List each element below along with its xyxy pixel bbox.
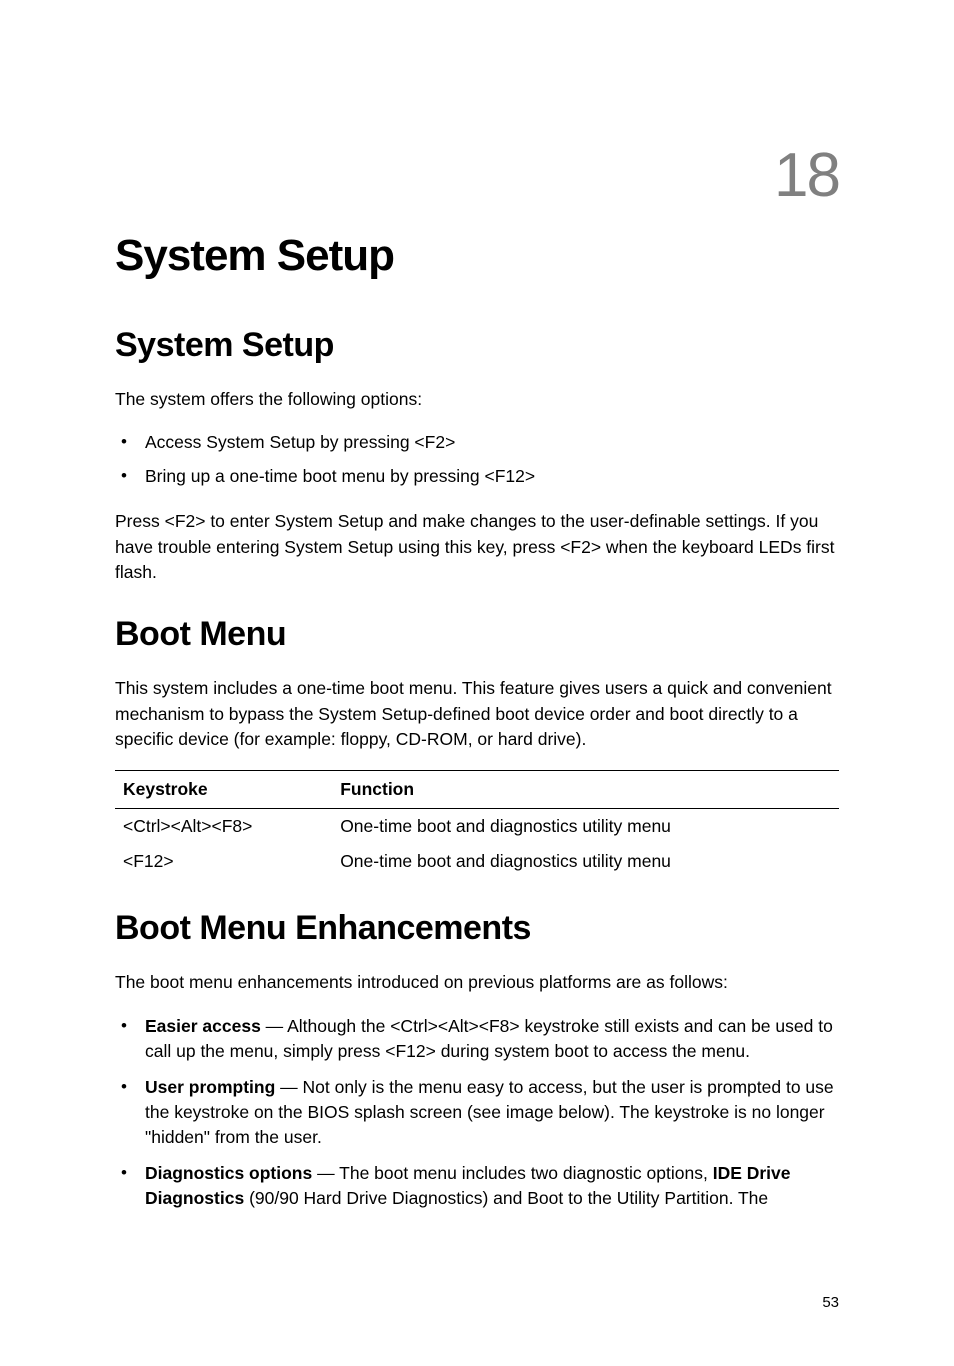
table-cell-function: One-time boot and diagnostics utility me…	[332, 809, 839, 845]
enh-item-label: Easier access	[145, 1016, 261, 1036]
enh-item-text-after: (90/90 Hard Drive Diagnostics) and Boot …	[244, 1188, 768, 1208]
list-item: Access System Setup by pressing <F2>	[145, 430, 839, 455]
system-setup-bullet-list: Access System Setup by pressing <F2> Bri…	[115, 430, 839, 489]
boot-menu-enh-list: Easier access — Although the <Ctrl><Alt>…	[115, 1014, 839, 1212]
table-cell-keystroke: <Ctrl><Alt><F8>	[115, 809, 332, 845]
enh-item-label: Diagnostics options	[145, 1163, 312, 1183]
section-boot-menu: Boot Menu This system includes a one-tim…	[115, 615, 839, 879]
section-title-boot-menu: Boot Menu	[115, 615, 839, 654]
chapter-number: 18	[115, 140, 839, 211]
enh-item-text-before: — The boot menu includes two diagnostic …	[312, 1163, 712, 1183]
table-header-row: Keystroke Function	[115, 771, 839, 809]
section-title-boot-menu-enhancements: Boot Menu Enhancements	[115, 909, 839, 948]
table-header-function: Function	[332, 771, 839, 809]
boot-menu-intro: This system includes a one-time boot men…	[115, 676, 839, 752]
table-cell-function: One-time boot and diagnostics utility me…	[332, 844, 839, 879]
system-setup-para: Press <F2> to enter System Setup and mak…	[115, 509, 839, 585]
boot-menu-enh-intro: The boot menu enhancements introduced on…	[115, 970, 839, 995]
list-item: User prompting — Not only is the menu ea…	[145, 1075, 839, 1151]
table-row: <F12> One-time boot and diagnostics util…	[115, 844, 839, 879]
keystroke-table: Keystroke Function <Ctrl><Alt><F8> One-t…	[115, 770, 839, 879]
system-setup-intro: The system offers the following options:	[115, 387, 839, 412]
section-system-setup: System Setup The system offers the follo…	[115, 326, 839, 585]
page-number: 53	[822, 1294, 839, 1311]
table-header-keystroke: Keystroke	[115, 771, 332, 809]
chapter-title: System Setup	[115, 231, 839, 281]
table-row: <Ctrl><Alt><F8> One-time boot and diagno…	[115, 809, 839, 845]
table-cell-keystroke: <F12>	[115, 844, 332, 879]
section-title-system-setup: System Setup	[115, 326, 839, 365]
section-boot-menu-enhancements: Boot Menu Enhancements The boot menu enh…	[115, 909, 839, 1211]
list-item: Diagnostics options — The boot menu incl…	[145, 1161, 839, 1212]
list-item: Bring up a one-time boot menu by pressin…	[145, 464, 839, 489]
enh-item-label: User prompting	[145, 1077, 275, 1097]
list-item: Easier access — Although the <Ctrl><Alt>…	[145, 1014, 839, 1065]
